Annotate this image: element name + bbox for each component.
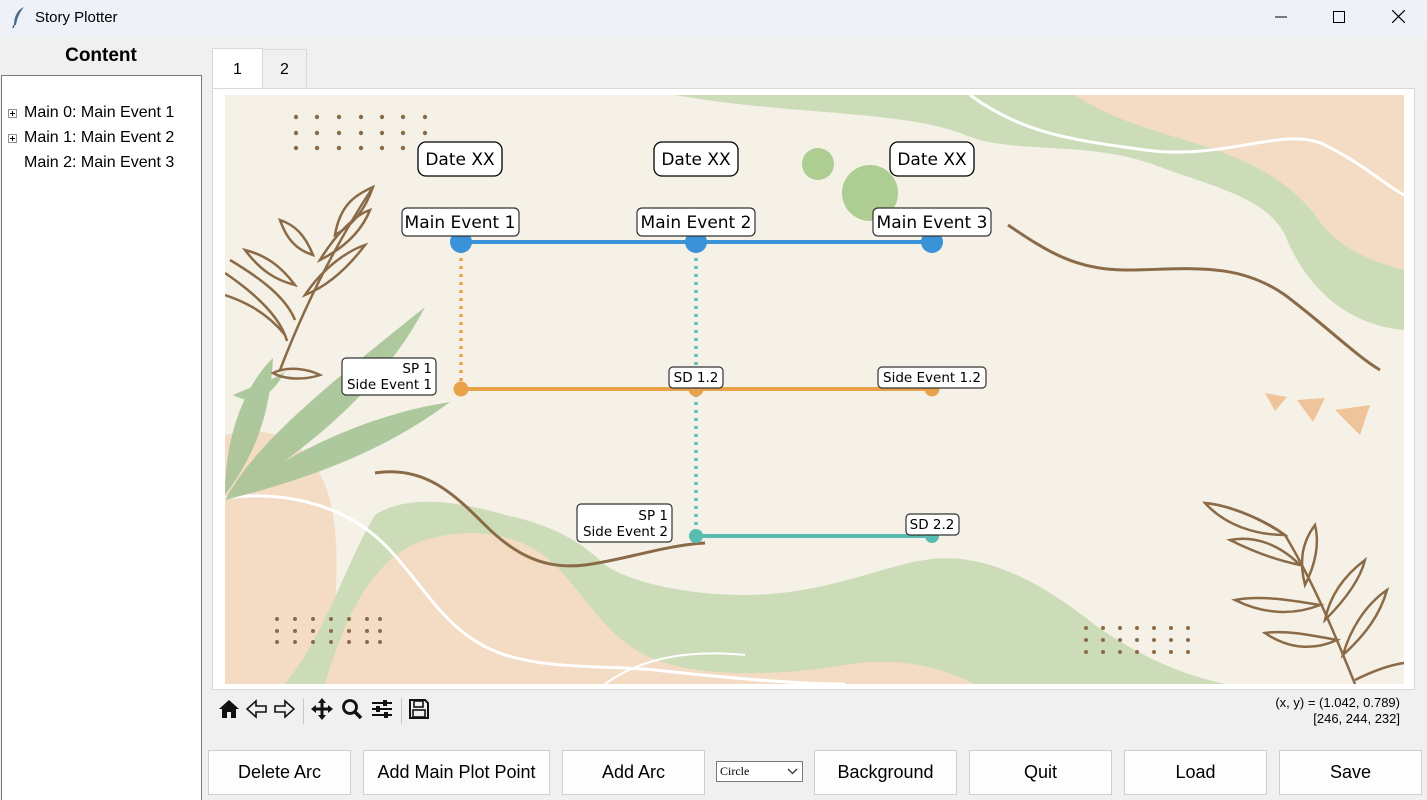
tree-item-label: Main 0: Main Event 1 xyxy=(24,104,175,121)
cursor-coordinates: (x, y) = (1.042, 0.789) [246, 244, 232] xyxy=(1275,695,1400,727)
pan-icon xyxy=(310,697,334,726)
side-event-1-2-label: Side Event 1.2 xyxy=(877,366,987,389)
back-button[interactable] xyxy=(244,698,270,724)
delete-arc-button[interactable]: Delete Arc xyxy=(208,750,351,795)
content-tree[interactable]: Main 0: Main Event 1 Main 1: Main Event … xyxy=(1,75,202,800)
shape-select-value: Circle xyxy=(720,764,750,778)
date-label-1: Date XX xyxy=(417,141,503,177)
forward-icon xyxy=(273,698,296,724)
svg-text:Main Event 2: Main Event 2 xyxy=(641,213,752,233)
save-figure-icon xyxy=(408,698,430,725)
main-event-label-1: Main Event 1 xyxy=(401,207,520,237)
zoom-button[interactable] xyxy=(339,698,365,724)
sd-1-2-label: SD 1.2 xyxy=(668,366,724,389)
sd-2-2-label: SD 2.2 xyxy=(905,513,960,536)
content-title: Content xyxy=(65,45,137,66)
svg-text:SP 1: SP 1 xyxy=(402,361,432,377)
svg-text:SD 2.2: SD 2.2 xyxy=(910,517,955,533)
expand-icon[interactable] xyxy=(8,109,17,118)
svg-text:Side Event 1: Side Event 1 xyxy=(347,377,432,393)
back-icon xyxy=(245,698,268,724)
minimize-icon xyxy=(1275,10,1287,28)
chevron-down-icon xyxy=(787,765,798,781)
add-main-plot-point-button[interactable]: Add Main Plot Point xyxy=(363,750,550,795)
configure-icon xyxy=(371,699,393,724)
svg-text:Side Event 1.2: Side Event 1.2 xyxy=(883,370,981,386)
tree-item-label: Main 2: Main Event 3 xyxy=(24,154,175,171)
date-label-3: Date XX xyxy=(889,141,975,177)
window-title: Story Plotter xyxy=(35,9,118,26)
svg-text:Main Event 3: Main Event 3 xyxy=(877,213,988,233)
side-point-2-start[interactable] xyxy=(689,529,703,543)
side-point-1-start[interactable] xyxy=(453,381,469,397)
title-bar: Story Plotter xyxy=(0,0,1427,37)
expand-icon[interactable] xyxy=(8,134,17,143)
maximize-icon xyxy=(1333,10,1345,28)
plot-svg: Date XX Date XX Date XX Main Event 1 Mai… xyxy=(225,95,1404,684)
toolbar-separator xyxy=(303,698,304,724)
tree-item-label: Main 1: Main Event 2 xyxy=(24,129,175,146)
close-button[interactable] xyxy=(1369,0,1427,37)
tab-2[interactable]: 2 xyxy=(262,49,307,90)
background-button[interactable]: Background xyxy=(814,750,957,795)
forward-button[interactable] xyxy=(271,698,297,724)
side-event-1-label: SP 1 Side Event 1 xyxy=(341,357,437,396)
app-feather-icon xyxy=(11,6,27,33)
home-icon xyxy=(218,699,240,724)
save-button[interactable]: Save xyxy=(1279,750,1422,795)
minimize-button[interactable] xyxy=(1252,0,1310,37)
zoom-icon xyxy=(341,698,363,725)
svg-text:Side Event 2: Side Event 2 xyxy=(583,524,668,540)
coords-line-2: [246, 244, 232] xyxy=(1313,711,1400,726)
tab-1[interactable]: 1 xyxy=(212,48,263,90)
configure-button[interactable] xyxy=(369,698,395,724)
add-arc-button[interactable]: Add Arc xyxy=(562,750,705,795)
close-icon xyxy=(1391,9,1405,28)
main-event-label-2: Main Event 2 xyxy=(636,207,756,237)
pan-button[interactable] xyxy=(309,697,335,726)
toolbar-separator xyxy=(401,698,402,724)
home-button[interactable] xyxy=(216,698,242,724)
svg-text:Date XX: Date XX xyxy=(425,150,495,170)
plot-canvas[interactable]: Date XX Date XX Date XX Main Event 1 Mai… xyxy=(225,95,1404,684)
load-button[interactable]: Load xyxy=(1124,750,1267,795)
save-figure-button[interactable] xyxy=(406,698,432,724)
maximize-button[interactable] xyxy=(1310,0,1368,37)
svg-text:SD 1.2: SD 1.2 xyxy=(674,370,719,386)
date-label-2: Date XX xyxy=(653,141,739,177)
svg-text:Date XX: Date XX xyxy=(897,150,967,170)
side-event-2-label: SP 1 Side Event 2 xyxy=(576,503,673,543)
coords-line-1: (x, y) = (1.042, 0.789) xyxy=(1275,695,1400,710)
quit-button[interactable]: Quit xyxy=(969,750,1112,795)
svg-text:Date XX: Date XX xyxy=(661,150,731,170)
shape-select[interactable]: Circle xyxy=(716,761,803,782)
main-event-label-3: Main Event 3 xyxy=(872,207,992,237)
svg-text:Main Event 1: Main Event 1 xyxy=(405,213,516,233)
svg-text:SP 1: SP 1 xyxy=(638,508,668,524)
